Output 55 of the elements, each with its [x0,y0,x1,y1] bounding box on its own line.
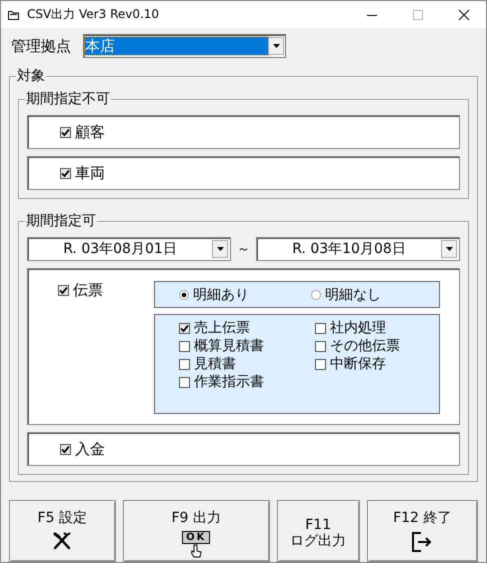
checkbox[interactable] [179,322,190,334]
group-title: 期間指定不可 [25,90,111,108]
checkbox-label[interactable]: 入金 [75,440,105,458]
checkbox-label[interactable]: 社内処理 [330,319,386,337]
date-dropdown[interactable]: R. 03年08月01日 [27,237,231,261]
window-title: CSV出力 Ver3 Rev0.10 [27,6,160,23]
checkbox-label[interactable]: 顧客 [75,122,105,142]
dropdown-button[interactable] [212,240,228,258]
caret-icon [446,247,452,251]
dropdown-button[interactable] [441,240,457,258]
dropdown-button[interactable] [268,37,284,55]
function-button[interactable]: F11 ログ出力 [276,500,360,562]
function-button[interactable]: F9 出力 OK [122,500,270,562]
checkbox-label[interactable]: その他伝票 [330,337,400,355]
exit-icon [411,531,434,553]
range-separator: ～ [237,241,250,258]
check-icon [61,128,70,136]
checkbox-label[interactable]: 伝票 [73,281,103,300]
tools-icon [52,531,72,551]
checkbox[interactable] [315,358,326,370]
close-icon[interactable] [458,8,470,20]
radio-label[interactable]: 明細なし [325,286,381,304]
caret-icon [272,44,280,48]
check-icon [61,444,70,454]
check-icon [59,286,68,295]
group-title: 対象 [16,67,46,85]
checkbox[interactable] [58,285,69,296]
checkbox[interactable] [315,322,326,334]
checkbox-label[interactable]: 見積書 [194,355,236,373]
checkbox[interactable] [179,358,190,370]
check-icon [61,168,70,178]
checkbox-label[interactable]: 中断保存 [330,355,386,373]
checkbox[interactable] [60,126,71,138]
radio-button[interactable] [179,290,189,300]
checkbox[interactable] [60,444,71,454]
checkbox[interactable] [179,376,190,388]
group-title: 期間指定可 [25,212,97,230]
checkbox[interactable] [315,340,326,352]
check-icon [180,324,189,332]
hand-icon [189,544,204,558]
date-dropdown[interactable]: R. 03年10月08日 [256,237,460,261]
checkbox[interactable] [60,168,71,178]
checkbox[interactable] [179,340,190,352]
function-button[interactable]: F12 終了 [366,500,478,562]
folder-icon [7,8,21,20]
caret-icon [216,247,224,251]
checkbox-label[interactable]: 概算見積書 [194,337,264,355]
checkbox-label[interactable]: 作業指示書 [194,373,264,391]
field-label: 管理拠点 [11,36,71,56]
radio-button[interactable] [311,290,321,300]
checkbox-label[interactable]: 売上伝票 [194,319,250,337]
location-dropdown[interactable]: 本店 [83,34,286,58]
radio-label[interactable]: 明細あり [193,286,249,304]
checkbox-label[interactable]: 車両 [75,164,105,182]
function-button[interactable]: F5 設定 [9,500,116,562]
